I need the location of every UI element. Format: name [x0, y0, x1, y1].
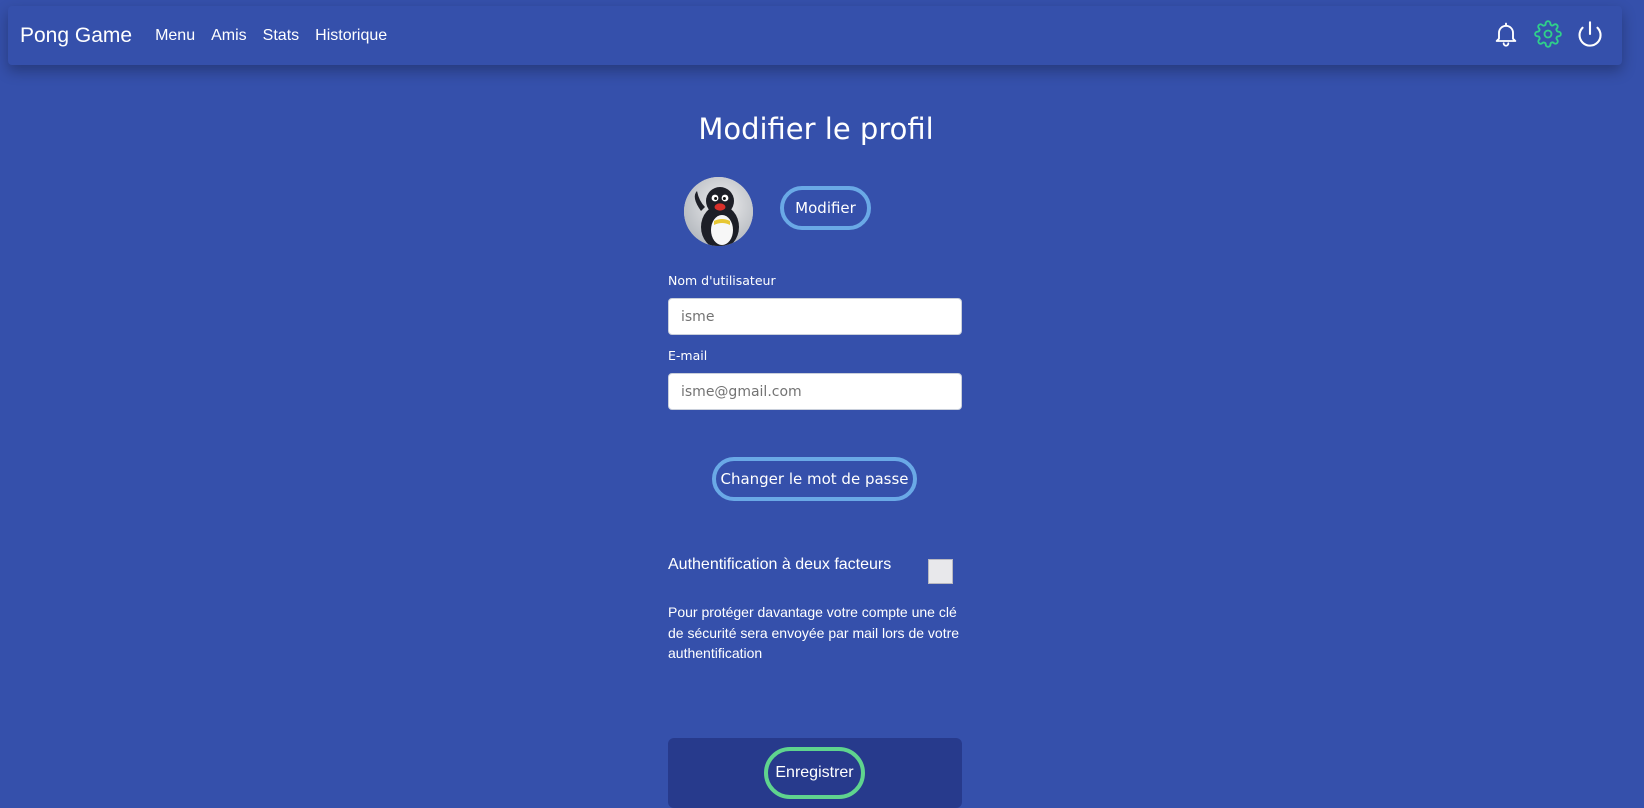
power-icon[interactable]	[1576, 20, 1604, 48]
navbar: Pong Game Menu Amis Stats Historique	[8, 6, 1622, 65]
email-input[interactable]	[668, 373, 962, 410]
avatar	[684, 177, 753, 246]
email-label: E-mail	[668, 348, 708, 363]
gear-icon[interactable]	[1534, 20, 1562, 48]
two-factor-checkbox[interactable]	[928, 559, 953, 584]
two-factor-description: Pour protéger davantage votre compte une…	[668, 604, 960, 661]
username-input[interactable]	[668, 298, 962, 335]
modify-avatar-button[interactable]: Modifier	[780, 186, 871, 230]
username-label: Nom d'utilisateur	[668, 273, 776, 288]
save-button[interactable]: Enregistrer	[764, 747, 865, 799]
nav-link-amis[interactable]: Amis	[211, 27, 247, 45]
two-factor-label: Authentification à deux facteurs	[668, 556, 892, 573]
bell-icon[interactable]	[1492, 20, 1520, 48]
navbar-icon-group	[1492, 20, 1604, 48]
page-title: Modifier le profil	[698, 112, 934, 146]
nav-link-menu[interactable]: Menu	[155, 27, 195, 45]
nav-link-historique[interactable]: Historique	[315, 27, 387, 45]
nav-link-stats[interactable]: Stats	[263, 27, 299, 45]
change-password-button[interactable]: Changer le mot de passe	[712, 457, 917, 501]
brand-logo[interactable]: Pong Game	[20, 24, 132, 48]
penguin-avatar-image	[684, 177, 753, 246]
